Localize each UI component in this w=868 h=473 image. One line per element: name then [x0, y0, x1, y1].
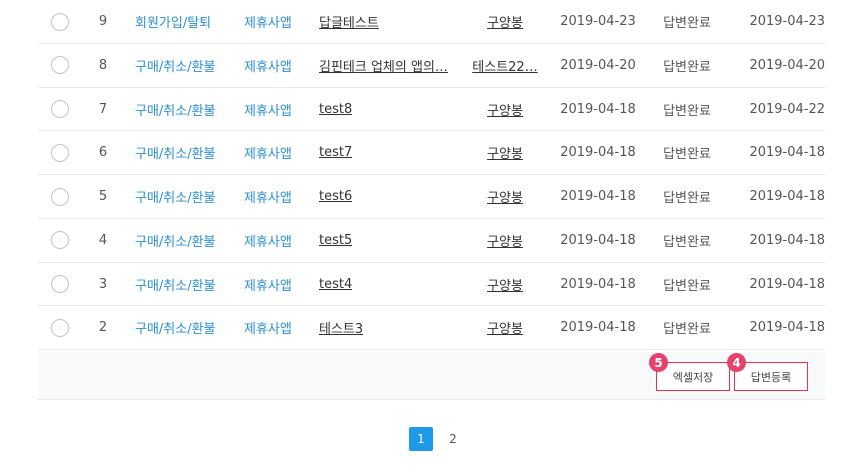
row-channel: 제휴사앱 — [244, 103, 292, 119]
row-author-link[interactable]: 구양봉 — [464, 88, 546, 131]
register-answer-label: 답변등록 — [750, 370, 792, 384]
table-row: 7 구매/취소/환불 제휴사앱 test8 구양봉 2019-04-18 답변완… — [38, 88, 825, 132]
row-title-link[interactable]: test4 — [319, 263, 449, 306]
row-author-link[interactable]: 구양봉 — [464, 263, 546, 306]
row-author-link[interactable]: 구양봉 — [464, 0, 546, 43]
row-answered-date: 2019-04-23 — [749, 14, 825, 29]
table-row: 3 구매/취소/환불 제휴사앱 test4 구양봉 2019-04-18 답변완… — [38, 263, 825, 307]
row-author-link[interactable]: 구양봉 — [464, 306, 546, 349]
row-select-radio[interactable] — [51, 219, 69, 262]
table-row: 4 구매/취소/환불 제휴사앱 test5 구양봉 2019-04-18 답변완… — [38, 219, 825, 263]
row-created-date: 2019-04-18 — [560, 145, 636, 161]
row-created-date: 2019-04-18 — [560, 189, 636, 204]
table-row: 5 구매/취소/환불 제휴사앱 test6 구양봉 2019-04-18 답변완… — [38, 175, 825, 219]
row-number: 9 — [98, 14, 108, 29]
row-select-radio[interactable] — [51, 0, 69, 43]
excel-save-label: 엑셀저장 — [672, 370, 714, 384]
row-status: 답변완료 — [663, 59, 711, 75]
row-title-link[interactable]: test8 — [319, 88, 449, 131]
row-author-link[interactable]: 테스트22… — [464, 44, 546, 87]
pagination: 1 2 — [0, 427, 868, 451]
row-channel: 제휴사앱 — [244, 322, 292, 338]
row-title-link[interactable]: test6 — [319, 175, 449, 218]
row-answered-date: 2019-04-18 — [749, 276, 825, 292]
row-category: 구매/취소/환불 — [135, 322, 216, 338]
table-row: 2 구매/취소/환불 제휴사앱 테스트3 구양봉 2019-04-18 답변완료… — [38, 306, 825, 350]
row-author-link[interactable]: 구양봉 — [464, 219, 546, 262]
row-channel: 제휴사앱 — [244, 59, 292, 75]
row-title-link[interactable]: test7 — [319, 131, 449, 174]
row-number: 7 — [98, 101, 108, 117]
row-channel: 제휴사앱 — [244, 278, 292, 294]
row-status: 답변완료 — [663, 191, 711, 206]
row-number: 2 — [98, 320, 108, 336]
row-select-radio[interactable] — [51, 263, 69, 306]
page-link-1[interactable]: 1 — [409, 427, 433, 451]
step-badge: 4 — [727, 353, 746, 372]
row-channel: 제휴사앱 — [244, 16, 292, 31]
row-title-link[interactable]: 김핀테크 업체의 앱의… — [319, 44, 449, 87]
row-select-radio[interactable] — [51, 175, 69, 218]
row-created-date: 2019-04-20 — [560, 57, 636, 73]
row-title-link[interactable]: 답글테스트 — [319, 0, 449, 43]
row-created-date: 2019-04-18 — [560, 276, 636, 292]
row-created-date: 2019-04-18 — [560, 101, 636, 117]
table-row: 8 구매/취소/환불 제휴사앱 김핀테크 업체의 앱의… 테스트22… 2019… — [38, 44, 825, 88]
row-category: 구매/취소/환불 — [135, 191, 216, 206]
row-status: 답변완료 — [663, 234, 711, 250]
table-row: 6 구매/취소/환불 제휴사앱 test7 구양봉 2019-04-18 답변완… — [38, 131, 825, 175]
row-author-link[interactable]: 구양봉 — [464, 131, 546, 174]
row-status: 답변완료 — [663, 16, 711, 31]
excel-save-button[interactable]: 5 엑셀저장 — [649, 353, 730, 391]
row-channel: 제휴사앱 — [244, 147, 292, 163]
row-category: 구매/취소/환불 — [135, 147, 216, 163]
row-category: 구매/취소/환불 — [135, 234, 216, 250]
row-author-link[interactable]: 구양봉 — [464, 175, 546, 218]
row-answered-date: 2019-04-22 — [749, 101, 825, 117]
row-number: 4 — [98, 232, 108, 248]
row-answered-date: 2019-04-18 — [749, 189, 825, 204]
row-answered-date: 2019-04-18 — [749, 145, 825, 161]
row-category: 구매/취소/환불 — [135, 103, 216, 119]
row-channel: 제휴사앱 — [244, 191, 292, 206]
row-answered-date: 2019-04-20 — [749, 57, 825, 73]
row-category: 회원가입/탈퇴 — [135, 16, 212, 31]
row-created-date: 2019-04-23 — [560, 14, 636, 29]
row-number: 8 — [98, 57, 108, 73]
table-action-bar: 5 엑셀저장 4 답변등록 — [38, 352, 825, 400]
row-category: 구매/취소/환불 — [135, 278, 216, 294]
row-title-link[interactable]: test5 — [319, 219, 449, 262]
row-select-radio[interactable] — [51, 44, 69, 87]
row-status: 답변완료 — [663, 103, 711, 119]
row-answered-date: 2019-04-18 — [749, 232, 825, 248]
row-number: 6 — [98, 145, 108, 161]
row-created-date: 2019-04-18 — [560, 232, 636, 248]
row-created-date: 2019-04-18 — [560, 320, 636, 336]
inquiry-table: 9 회원가입/탈퇴 제휴사앱 답글테스트 구양봉 2019-04-23 답변완료… — [38, 0, 825, 350]
register-answer-button[interactable]: 4 답변등록 — [727, 353, 808, 391]
step-badge: 5 — [649, 353, 668, 372]
row-channel: 제휴사앱 — [244, 234, 292, 250]
row-select-radio[interactable] — [51, 88, 69, 131]
row-status: 답변완료 — [663, 278, 711, 294]
row-number: 5 — [98, 189, 108, 204]
row-answered-date: 2019-04-18 — [749, 320, 825, 336]
row-title-link[interactable]: 테스트3 — [319, 306, 449, 349]
table-row: 9 회원가입/탈퇴 제휴사앱 답글테스트 구양봉 2019-04-23 답변완료… — [38, 0, 825, 44]
row-number: 3 — [98, 276, 108, 292]
row-category: 구매/취소/환불 — [135, 59, 216, 75]
row-status: 답변완료 — [663, 147, 711, 163]
page-link-2[interactable]: 2 — [441, 427, 465, 451]
row-select-radio[interactable] — [51, 131, 69, 174]
row-status: 답변완료 — [663, 322, 711, 338]
row-select-radio[interactable] — [51, 306, 69, 349]
